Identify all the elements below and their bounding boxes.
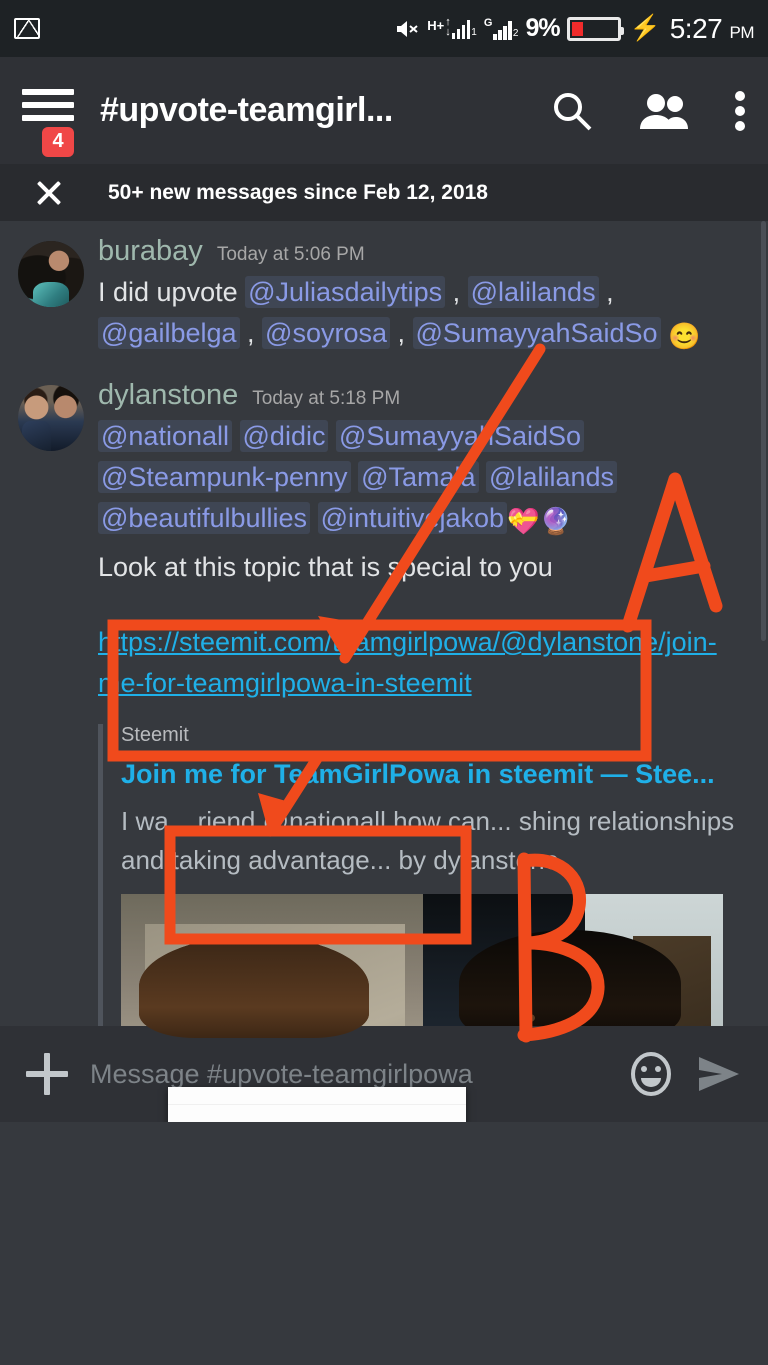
status-bar-indicators: H+ ↑ ↓ 1 G 2 9% ⚡ 5:27 PM [396, 13, 754, 45]
mention-beautifulbullies[interactable]: @beautifulbullies [98, 501, 311, 534]
emoji-smiley-icon[interactable] [628, 1051, 674, 1097]
text-selection-context-menu[interactable]: · · · · · · · · · COPY SHARE SELECT ALL [168, 1087, 466, 1122]
mention-intuitivejakob[interactable]: @intuitivejakob [317, 501, 508, 534]
members-icon[interactable] [638, 91, 690, 131]
status-bar: H+ ↑ ↓ 1 G 2 9% ⚡ 5:27 PM [0, 0, 768, 57]
signal-indicator-1: H+ ↑ ↓ 1 [427, 16, 477, 39]
mention-lalilands[interactable]: @lalilands [467, 276, 599, 308]
lightning-bolt-icon: ⚡ [629, 14, 661, 42]
mention-soyrosa[interactable]: @soyrosa [262, 317, 390, 350]
mention-gailbelga[interactable]: @gailbelga [98, 317, 240, 350]
mention-tamala[interactable]: @Tamala [358, 460, 479, 493]
message-link-url[interactable]: https://steemit.com/teamgirlpowa/@dylans… [98, 622, 752, 704]
sim1-index: 1 [471, 26, 477, 38]
avatar-burabay[interactable] [18, 241, 84, 307]
message-timestamp: Today at 5:06 PM [216, 244, 365, 265]
message-body-line: Look at this topic that is special to yo… [98, 552, 553, 583]
message-author[interactable]: burabay [98, 235, 203, 268]
message-item: burabay Today at 5:06 PM I did upvote @J… [0, 221, 768, 357]
mention-sumayyahsaidso[interactable]: @SumayyahSaidSo [412, 317, 661, 350]
signal-bars-2 [493, 20, 512, 40]
three-dot-menu-icon[interactable] [734, 89, 746, 133]
avatar-dylanstone[interactable] [18, 384, 84, 451]
message-item: dylanstone Today at 5:18 PM @nationall @… [0, 357, 768, 1122]
status-bar-clock: 5:27 PM [669, 12, 755, 44]
embed-provider: Steemit [121, 724, 189, 747]
mention-sumayyahsaidso[interactable]: @SumayyahSaidSo [335, 419, 585, 452]
search-icon[interactable] [550, 89, 594, 133]
embed-title[interactable]: Join me for TeamGirlPowa in steemit — St… [121, 759, 752, 790]
heart-and-crystalball-emoji: 💝🔮 [507, 505, 572, 536]
smiling-face-emoji: 😊 [668, 321, 701, 352]
scrollbar[interactable] [761, 221, 766, 641]
signal-indicator-2: G 2 [483, 16, 519, 40]
sim2-index: 2 [512, 27, 519, 39]
context-menu-items: COPY SHARE SELECT ALL [168, 1105, 466, 1122]
unread-badge: 4 [42, 126, 74, 157]
message-content: @nationall @didic @SumayyahSaidSo @Steam… [98, 416, 752, 542]
close-icon[interactable] [34, 178, 64, 208]
signal2-label: G [483, 16, 493, 29]
status-bar-notifications [14, 18, 40, 39]
battery-percent: 9% [525, 14, 560, 42]
channel-header: 4 #upvote-teamgirl... [0, 57, 768, 164]
battery-icon [566, 16, 624, 41]
new-messages-bar: 50+ new messages since Feb 12, 2018 [0, 164, 768, 221]
gmail-icon [14, 18, 40, 39]
message-list[interactable]: burabay Today at 5:06 PM I did upvote @J… [0, 221, 768, 1122]
message-input[interactable] [90, 1058, 606, 1090]
message-plain-text: I did upvote [98, 277, 246, 307]
volume-mute-icon [396, 18, 420, 40]
mention-juliasdailytips[interactable]: @Juliasdailytips [245, 276, 446, 308]
mention-didic[interactable]: @didic [239, 419, 329, 452]
mention-nationall[interactable]: @nationall [98, 419, 232, 452]
hamburger-menu-icon[interactable]: 4 [22, 88, 74, 157]
plus-icon[interactable] [26, 1053, 68, 1095]
page-title: #upvote-teamgirl... [100, 91, 393, 129]
data-arrows-icon: ↑ ↓ [445, 16, 451, 38]
context-menu-top-strip: · · · · · · · · · [168, 1087, 466, 1105]
send-arrow-icon[interactable] [696, 1053, 742, 1095]
context-menu-ghost-text: · · · · · · · · · [178, 1087, 460, 1094]
mention-steampunk-penny[interactable]: @Steampunk-penny [98, 460, 351, 493]
message-timestamp: Today at 5:18 PM [252, 387, 401, 409]
header-actions [550, 89, 746, 133]
signal-bars-1 [451, 19, 471, 39]
message-author[interactable]: dylanstone [98, 379, 238, 412]
embed-description: I wa... riend @nationall how can... shin… [121, 806, 735, 876]
new-messages-label: 50+ new messages since Feb 12, 2018 [108, 180, 488, 204]
signal1-label: H+ [427, 17, 445, 33]
message-content: I did upvote @Juliasdailytips , @lalilan… [98, 276, 701, 352]
select-all-button[interactable]: SELECT ALL [332, 1121, 456, 1122]
mention-lalilands[interactable]: @lalilands [486, 460, 617, 493]
